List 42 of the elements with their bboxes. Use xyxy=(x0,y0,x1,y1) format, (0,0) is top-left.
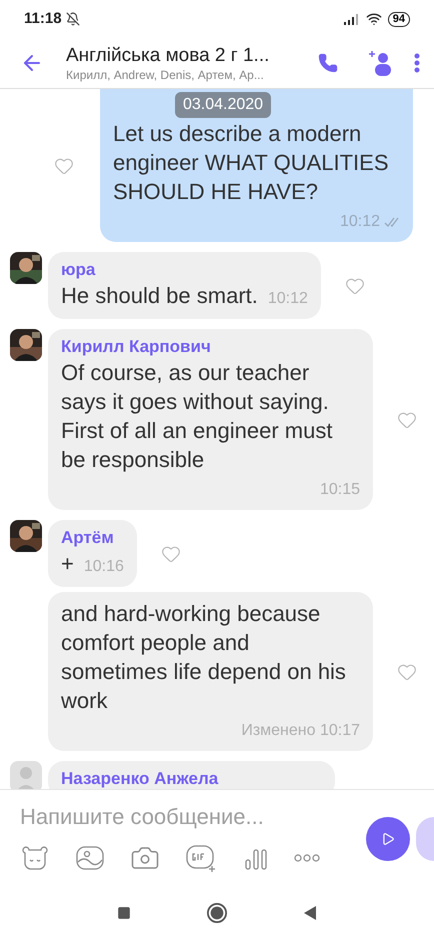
battery-level: 94 xyxy=(388,12,410,26)
more-button[interactable] xyxy=(294,854,320,862)
like-button[interactable] xyxy=(344,276,365,296)
message-time: 10:15 xyxy=(320,480,360,500)
menu-button[interactable] xyxy=(414,53,420,73)
chat-members: Кирилл, Andrew, Denis, Артем, Ар... xyxy=(66,68,265,82)
message-time: 10:12 xyxy=(268,289,308,309)
mute-icon xyxy=(66,12,80,26)
dots-icon xyxy=(414,53,420,73)
like-button[interactable] xyxy=(54,156,74,176)
sender-name: Артём xyxy=(61,527,115,549)
gif-button[interactable] xyxy=(186,844,218,872)
message-text: Of course, as our teacher says it goes without saying. First of all an engineer must be responsible xyxy=(61,359,334,474)
chat-title: Англійська мова 2 г 1... xyxy=(66,44,270,68)
sender-name: Назаренко Анжела xyxy=(61,768,220,789)
wifi-icon xyxy=(366,11,382,27)
message-input[interactable]: Напишите сообщение... xyxy=(20,800,350,833)
message-time: 10:12 xyxy=(340,212,380,232)
sender-name: юра xyxy=(61,259,96,281)
call-button[interactable] xyxy=(318,53,338,73)
date-label: 03.04.2020 xyxy=(175,92,272,118)
video-message-button[interactable] xyxy=(366,816,410,860)
signal-icon xyxy=(344,13,360,25)
sticker-button[interactable] xyxy=(20,845,50,871)
recents-button[interactable] xyxy=(117,906,131,920)
back-nav-button[interactable] xyxy=(303,905,317,921)
message-text: and hard-working because comfort people and sometimes life depend on his work xyxy=(61,600,347,715)
add-person-icon xyxy=(368,50,392,76)
play-icon xyxy=(381,832,395,846)
message-time: Изменено 10:17 xyxy=(241,721,360,741)
like-button[interactable] xyxy=(397,662,417,682)
message-text: He should be smart. xyxy=(61,282,258,310)
like-button[interactable] xyxy=(160,544,181,564)
home-button[interactable] xyxy=(207,903,227,923)
message-time: 10:16 xyxy=(84,557,124,577)
add-member-button[interactable] xyxy=(368,50,392,76)
status-time: 11:18 xyxy=(24,8,62,29)
gallery-button[interactable] xyxy=(76,845,104,871)
message-text: Let us describe a modern engineer WHAT QUALITIES SHOULD HE HAVE? xyxy=(113,120,390,206)
like-button[interactable] xyxy=(397,410,417,430)
message-text: + xyxy=(61,550,74,578)
sender-name: Кирилл Карпович xyxy=(61,336,212,358)
